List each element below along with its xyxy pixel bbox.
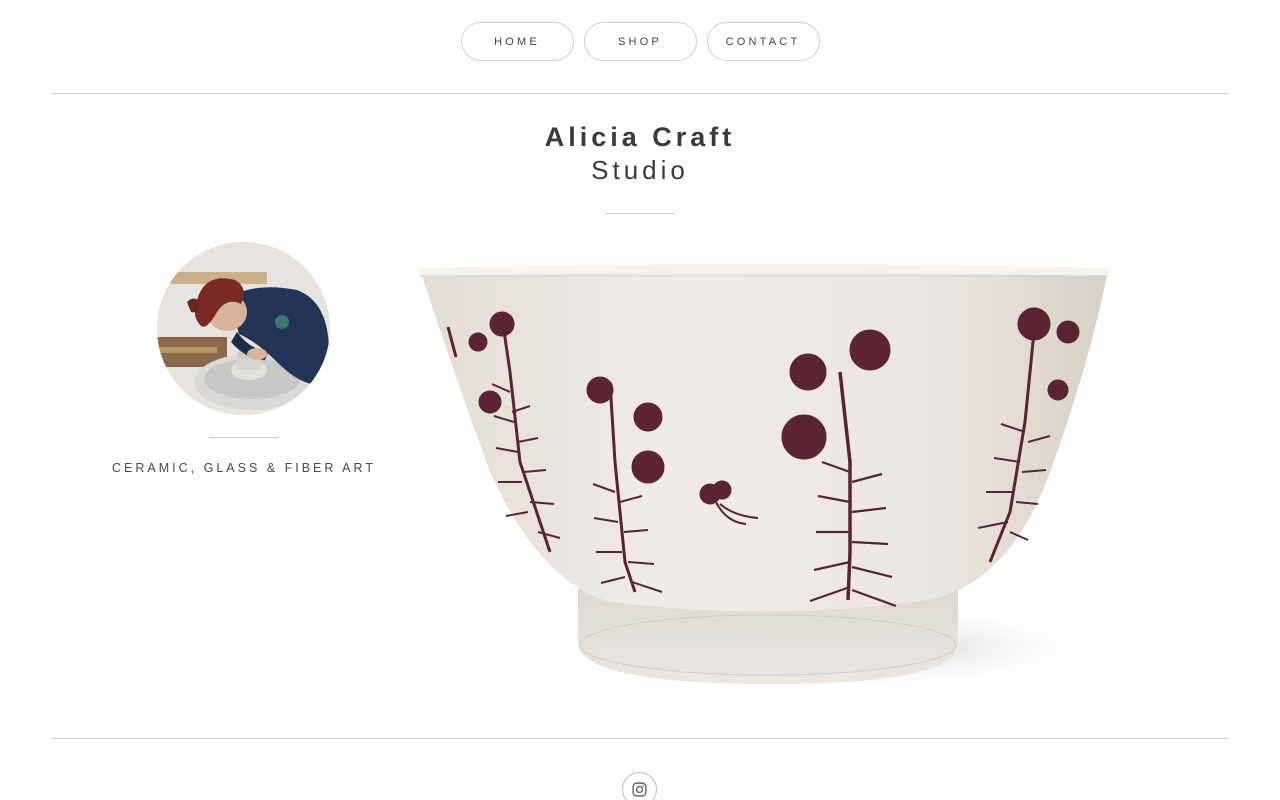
hero-bowl-image [410, 262, 1120, 702]
artist-tagline: CERAMIC, GLASS & FIBER ART [112, 461, 376, 475]
profile-divider [209, 437, 278, 438]
footer-divider [51, 738, 1229, 739]
artist-avatar [157, 242, 330, 415]
nav-contact-button[interactable]: CONTACT [706, 22, 820, 61]
site-title-line1: Alicia Craft [544, 122, 736, 152]
site-title[interactable]: Alicia Craft Studio [0, 118, 1280, 186]
nav-home-button[interactable]: HOME [460, 22, 574, 61]
site-title-line2: Studio [591, 155, 689, 185]
instagram-icon [632, 782, 647, 797]
title-divider [605, 213, 675, 214]
header-divider [51, 93, 1229, 94]
instagram-link[interactable] [622, 772, 657, 800]
page: HOME SHOP CONTACT Alicia Craft Studio CE… [0, 0, 1280, 800]
main-nav: HOME SHOP CONTACT [0, 22, 1280, 61]
nav-shop-button[interactable]: SHOP [583, 22, 697, 61]
